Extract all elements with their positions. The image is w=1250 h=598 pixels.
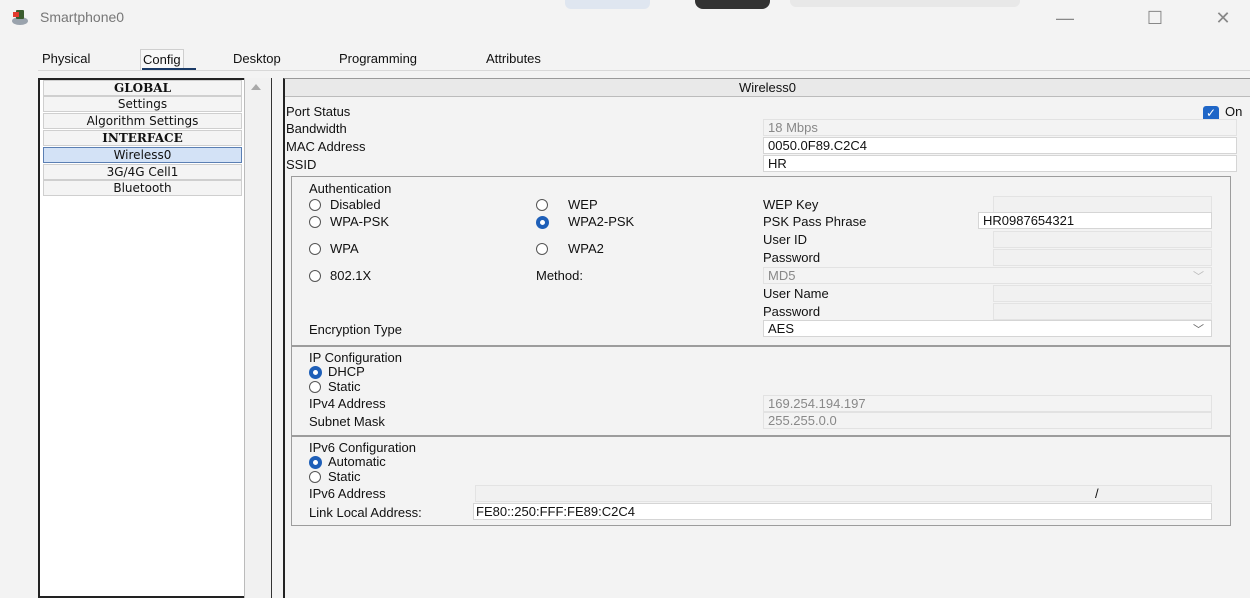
sidebar-header-global: GLOBAL bbox=[43, 80, 242, 96]
radio-ip-static[interactable] bbox=[309, 381, 321, 393]
radio-wpa2-psk[interactable] bbox=[536, 216, 549, 229]
ipv4-address-label: IPv4 Address bbox=[309, 396, 386, 411]
password-field bbox=[993, 249, 1212, 266]
scroll-up-icon[interactable] bbox=[251, 84, 261, 90]
radio-wpa2-label: WPA2 bbox=[568, 241, 604, 256]
mac-address-field[interactable]: 0050.0F89.C2C4 bbox=[763, 137, 1237, 154]
ssid-field[interactable]: HR bbox=[763, 155, 1237, 172]
password2-label: Password bbox=[763, 304, 821, 319]
password2-field bbox=[993, 303, 1212, 320]
sidebar-header-interface: INTERFACE bbox=[43, 130, 242, 146]
maximize-button[interactable]: ☐ bbox=[1138, 6, 1172, 30]
window-title: Smartphone0 bbox=[40, 9, 125, 25]
subnet-mask-label: Subnet Mask bbox=[309, 414, 385, 429]
ipv4-address-field: 169.254.194.197 bbox=[763, 395, 1212, 412]
radio-ipv6-automatic-label: Automatic bbox=[328, 454, 386, 469]
ipv6-prefix-separator: / bbox=[1095, 486, 1099, 501]
radio-ipv6-static[interactable] bbox=[309, 471, 321, 483]
ipv6-address-label: IPv6 Address bbox=[309, 486, 386, 501]
authentication-title: Authentication bbox=[309, 181, 392, 196]
tab-physical[interactable]: Physical bbox=[40, 49, 92, 69]
radio-disabled[interactable] bbox=[309, 199, 321, 211]
link-local-address-label: Link Local Address: bbox=[309, 505, 422, 520]
wep-key-label: WEP Key bbox=[763, 197, 819, 212]
radio-wpa2[interactable] bbox=[536, 243, 548, 255]
radio-disabled-label: Disabled bbox=[330, 197, 381, 212]
sidebar-item-settings[interactable]: Settings bbox=[43, 96, 242, 112]
tab-attributes[interactable]: Attributes bbox=[484, 49, 543, 69]
radio-802-1x-label: 802.1X bbox=[330, 268, 372, 283]
bandwidth-field: 18 Mbps bbox=[763, 119, 1237, 136]
encryption-type-label: Encryption Type bbox=[309, 322, 402, 337]
background-window-tab bbox=[565, 0, 650, 9]
sidebar-item-3g4g-cell1[interactable]: 3G/4G Cell1 bbox=[43, 164, 242, 180]
chevron-down-icon: ﹀ bbox=[1193, 271, 1204, 283]
sidebar-item-wireless0[interactable]: Wireless0 bbox=[43, 147, 242, 163]
method-select: MD5 bbox=[763, 267, 1212, 284]
psk-pass-phrase-label: PSK Pass Phrase bbox=[763, 214, 867, 229]
tab-programming[interactable]: Programming bbox=[337, 49, 419, 69]
radio-wep-label: WEP bbox=[568, 197, 598, 212]
radio-wpa-psk-label: WPA-PSK bbox=[330, 214, 389, 229]
sidebar: GLOBAL Settings Algorithm Settings INTER… bbox=[38, 78, 244, 598]
password-label: Password bbox=[763, 250, 821, 265]
ssid-label: SSID bbox=[286, 157, 317, 172]
wep-key-field bbox=[993, 196, 1212, 213]
user-name-field bbox=[993, 285, 1212, 302]
psk-pass-phrase-field[interactable]: HR0987654321 bbox=[978, 212, 1212, 229]
sidebar-scrollbar[interactable] bbox=[244, 78, 272, 598]
link-local-address-field[interactable]: FE80::250:FFF:FE89:C2C4 bbox=[473, 503, 1212, 520]
user-id-field bbox=[993, 231, 1212, 248]
radio-wep[interactable] bbox=[536, 199, 548, 211]
minimize-button[interactable]: — bbox=[1048, 6, 1082, 30]
ipv6-configuration-title: IPv6 Configuration bbox=[309, 440, 416, 455]
radio-wpa[interactable] bbox=[309, 243, 321, 255]
background-window-tab bbox=[695, 0, 770, 9]
bandwidth-label: Bandwidth bbox=[286, 121, 347, 136]
radio-ip-static-label: Static bbox=[328, 379, 361, 394]
radio-wpa-label: WPA bbox=[330, 241, 359, 256]
radio-802-1x[interactable] bbox=[309, 270, 321, 282]
ipv6-address-field bbox=[475, 485, 1212, 502]
panel-header: Wireless0 bbox=[285, 79, 1250, 97]
radio-wpa2-psk-label: WPA2-PSK bbox=[568, 214, 635, 229]
encryption-type-select[interactable]: AES bbox=[763, 320, 1212, 337]
user-name-label: User Name bbox=[763, 286, 829, 301]
port-status-on-label: On bbox=[1225, 104, 1243, 119]
tab-desktop[interactable]: Desktop bbox=[231, 49, 283, 69]
radio-ipv6-automatic[interactable] bbox=[309, 456, 322, 469]
sidebar-item-bluetooth[interactable]: Bluetooth bbox=[43, 180, 242, 196]
user-id-label: User ID bbox=[763, 232, 808, 247]
subnet-mask-field: 255.255.0.0 bbox=[763, 412, 1212, 429]
ip-configuration-title: IP Configuration bbox=[309, 350, 402, 365]
background-window-tab bbox=[790, 0, 1020, 7]
radio-dhcp[interactable] bbox=[309, 366, 322, 379]
tab-divider bbox=[38, 70, 1250, 71]
radio-wpa-psk[interactable] bbox=[309, 216, 321, 228]
chevron-down-icon[interactable]: ﹀ bbox=[1193, 321, 1204, 337]
mac-address-label: MAC Address bbox=[286, 139, 366, 154]
smartphone-app-icon bbox=[12, 10, 28, 25]
port-status-label: Port Status bbox=[286, 104, 351, 119]
radio-ipv6-static-label: Static bbox=[328, 469, 361, 484]
close-button[interactable]: ✕ bbox=[1206, 6, 1240, 30]
tab-config[interactable]: Config bbox=[140, 49, 184, 70]
radio-dhcp-label: DHCP bbox=[328, 364, 365, 379]
sidebar-item-algorithm-settings[interactable]: Algorithm Settings bbox=[43, 113, 242, 129]
method-label: Method: bbox=[536, 268, 583, 283]
